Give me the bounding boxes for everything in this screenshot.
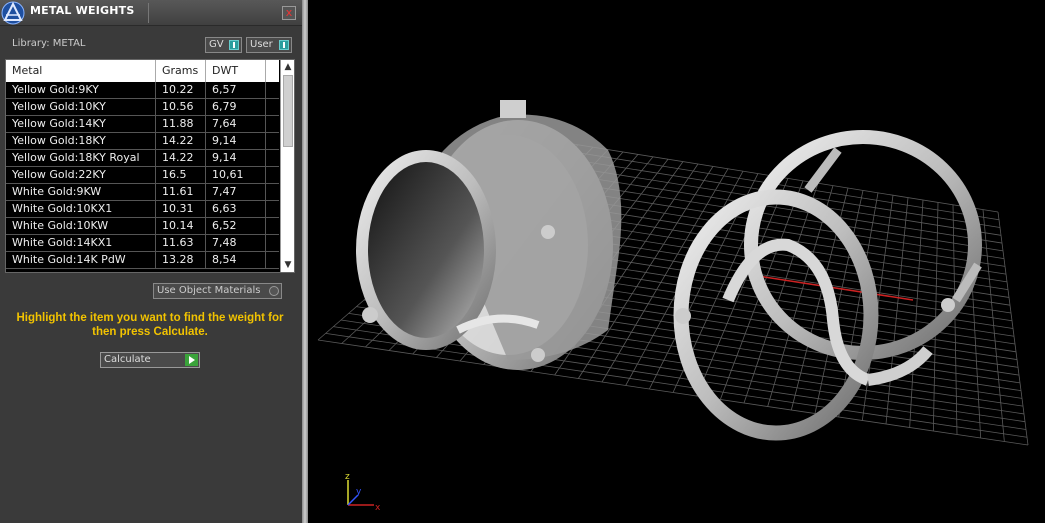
table-row[interactable]: White Gold:10KX1 10.31 6,63 xyxy=(6,201,279,218)
cell-metal: Yellow Gold:10KY xyxy=(6,99,156,115)
cell-grams: 14.22 xyxy=(156,150,206,166)
table-row[interactable]: Yellow Gold:14KY 11.88 7,64 xyxy=(6,116,279,133)
user-toggle[interactable]: User xyxy=(246,37,292,53)
scroll-down-arrow-icon[interactable]: ▼ xyxy=(281,258,294,272)
table-row[interactable]: Yellow Gold:22KY 16.5 10,61 xyxy=(6,167,279,184)
instruction-text: Highlight the item you want to find the … xyxy=(16,312,284,338)
library-label: Library: METAL xyxy=(12,38,86,49)
cell-metal: White Gold:14K PdW xyxy=(6,252,156,268)
axis-gizmo: z y x xyxy=(345,472,381,513)
cell-grams: 13.28 xyxy=(156,252,206,268)
cell-dwt: 7,47 xyxy=(206,184,266,200)
cell-dwt: 6,79 xyxy=(206,99,266,115)
user-toggle-label: User xyxy=(250,39,273,50)
calculate-button[interactable]: Calculate xyxy=(100,352,200,368)
scroll-thumb[interactable] xyxy=(283,75,293,147)
cell-dwt: 7,48 xyxy=(206,235,266,251)
title-bar: METAL WEIGHTS x xyxy=(0,0,302,26)
grid-line xyxy=(909,199,924,428)
axis-z-label: z xyxy=(345,472,350,482)
cell-grams: 14.22 xyxy=(156,133,206,149)
table-row[interactable]: White Gold:14K PdW 13.28 8,54 xyxy=(6,252,279,269)
table-row[interactable]: Yellow Gold:9KY 10.22 6,57 xyxy=(6,82,279,99)
toggle-indicator-icon xyxy=(279,40,289,50)
cell-metal: Yellow Gold:18KY Royal xyxy=(6,150,156,166)
cell-dwt: 8,54 xyxy=(206,252,266,268)
panel-title: METAL WEIGHTS xyxy=(30,4,135,17)
cell-metal: White Gold:10KW xyxy=(6,218,156,234)
app-logo-icon xyxy=(1,1,25,25)
metal-table: Metal Grams DWT Yellow Gold:9KY 10.22 6,57… xyxy=(5,59,295,273)
cell-grams: 11.63 xyxy=(156,235,206,251)
table-row[interactable]: Yellow Gold:18KY 14.22 9,14 xyxy=(6,133,279,150)
bracelet-left xyxy=(356,100,622,370)
grid-x-axis-line xyxy=(757,275,914,301)
cell-grams: 10.22 xyxy=(156,82,206,98)
cell-grams: 16.5 xyxy=(156,167,206,183)
cell-metal: Yellow Gold:14KY xyxy=(6,116,156,132)
table-row[interactable]: Yellow Gold:10KY 10.56 6,79 xyxy=(6,99,279,116)
cell-dwt: 7,64 xyxy=(206,116,266,132)
cell-grams: 10.31 xyxy=(156,201,206,217)
cell-dwt: 6,63 xyxy=(206,201,266,217)
viewport-canvas: z y x xyxy=(317,100,1029,513)
3d-viewport[interactable]: z y x xyxy=(308,0,1045,523)
grid-line xyxy=(885,197,909,425)
cell-grams: 10.14 xyxy=(156,218,206,234)
table-header: Metal Grams DWT xyxy=(6,60,279,82)
axis-x-label: x xyxy=(375,503,381,513)
cell-dwt: 6,57 xyxy=(206,82,266,98)
axis-y-label: y xyxy=(356,487,362,497)
cell-dwt: 9,14 xyxy=(206,133,266,149)
title-separator xyxy=(148,3,149,23)
table-row[interactable]: White Gold:10KW 10.14 6,52 xyxy=(6,218,279,235)
scroll-up-arrow-icon[interactable]: ▲ xyxy=(281,60,294,74)
grid-line xyxy=(997,211,1029,446)
use-object-materials-label: Use Object Materials xyxy=(157,285,261,296)
cell-dwt: 10,61 xyxy=(206,167,266,183)
radio-indicator-icon xyxy=(269,286,279,296)
cell-dwt: 9,14 xyxy=(206,150,266,166)
close-button[interactable]: x xyxy=(282,6,296,20)
table-row[interactable]: Yellow Gold:18KY Royal 14.22 9,14 xyxy=(6,150,279,167)
column-header-grams[interactable]: Grams xyxy=(156,60,206,82)
column-header-metal[interactable]: Metal xyxy=(6,60,156,82)
cell-grams: 11.88 xyxy=(156,116,206,132)
cell-metal: White Gold:9KW xyxy=(6,184,156,200)
cell-dwt: 6,52 xyxy=(206,218,266,234)
gv-toggle[interactable]: GV xyxy=(205,37,242,53)
metal-weights-panel: METAL WEIGHTS x Library: METAL GV User M… xyxy=(0,0,302,523)
cell-metal: Yellow Gold:22KY xyxy=(6,167,156,183)
use-object-materials-toggle[interactable]: Use Object Materials xyxy=(153,283,282,299)
column-header-dwt[interactable]: DWT xyxy=(206,60,266,82)
toggle-indicator-icon xyxy=(229,40,239,50)
cell-metal: Yellow Gold:9KY xyxy=(6,82,156,98)
table-row[interactable]: White Gold:14KX1 11.63 7,48 xyxy=(6,235,279,252)
grid-line xyxy=(982,209,1005,442)
cell-metal: Yellow Gold:18KY xyxy=(6,133,156,149)
cell-grams: 11.61 xyxy=(156,184,206,200)
gv-toggle-label: GV xyxy=(209,39,224,50)
table-row[interactable]: White Gold:9KW 11.61 7,47 xyxy=(6,184,279,201)
cell-grams: 10.56 xyxy=(156,99,206,115)
table-scrollbar[interactable]: ▲ ▼ xyxy=(280,60,294,272)
cell-metal: White Gold:14KX1 xyxy=(6,235,156,251)
calculate-label: Calculate xyxy=(104,354,151,365)
cell-metal: White Gold:10KX1 xyxy=(6,201,156,217)
table-body: Yellow Gold:9KY 10.22 6,57 Yellow Gold:10KY… xyxy=(6,82,279,269)
play-arrow-icon xyxy=(185,354,198,366)
